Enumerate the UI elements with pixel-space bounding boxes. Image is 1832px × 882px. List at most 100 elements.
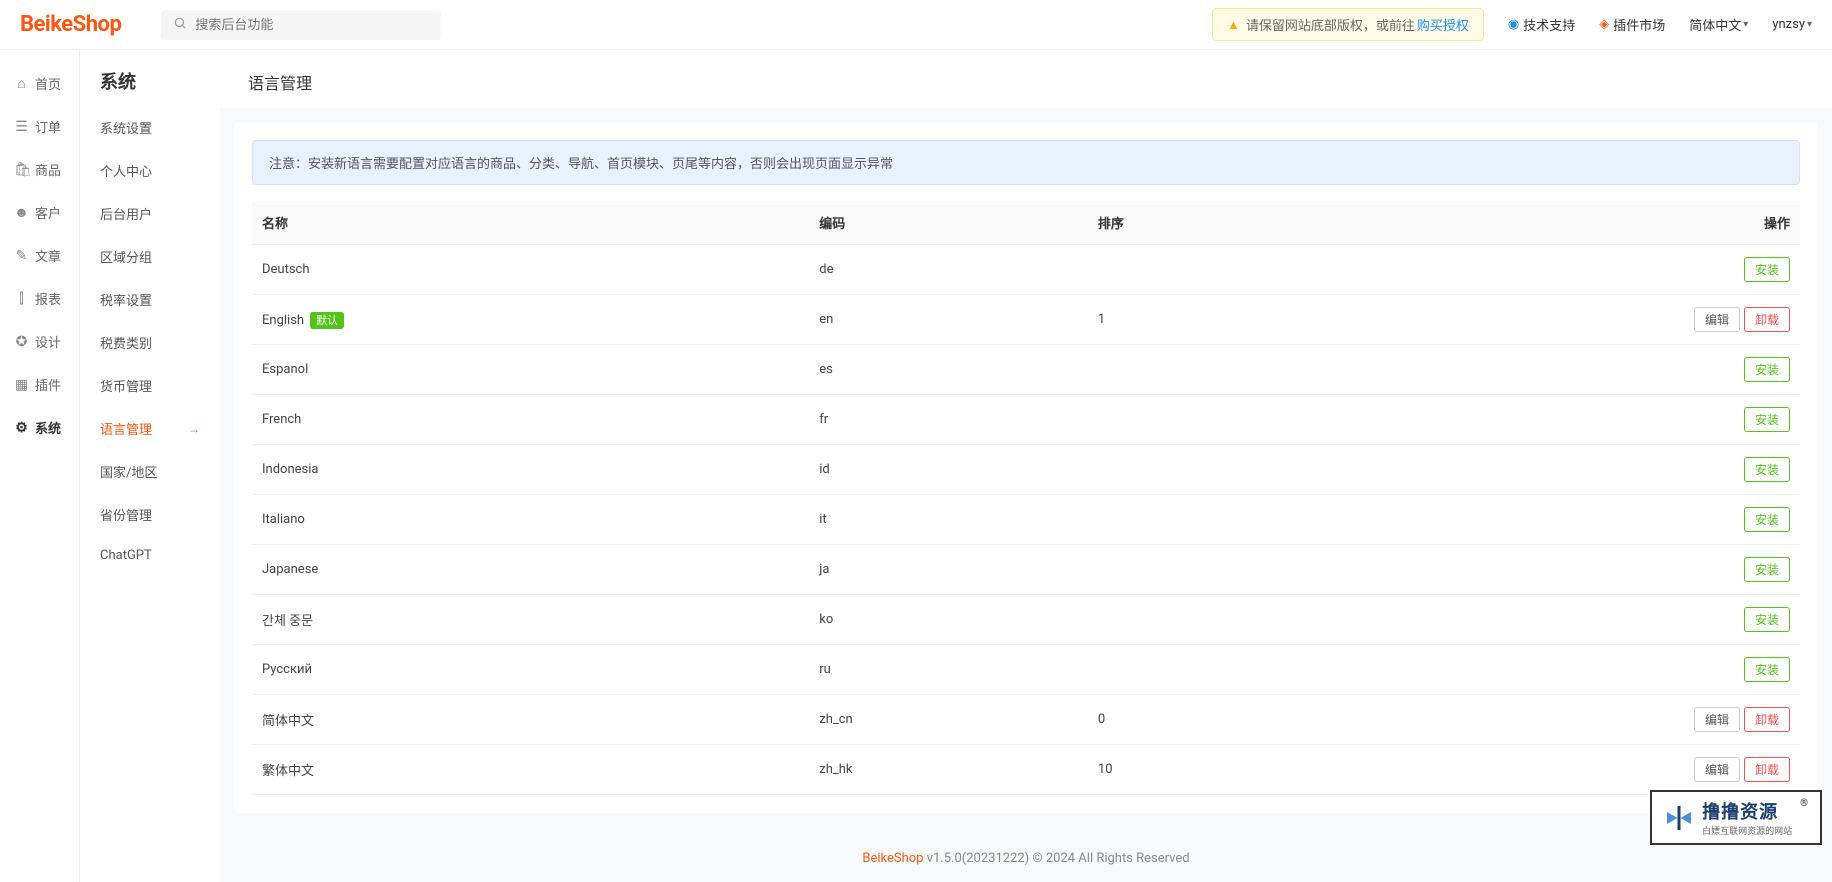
install-button[interactable]: 安装 — [1744, 657, 1790, 682]
secondary-sidebar: 系统 系统设置个人中心后台用户区域分组税率设置税费类别货币管理语言管理→国家/地… — [80, 50, 220, 882]
primary-nav-item[interactable]: ☻ 客户 — [0, 191, 79, 234]
install-button[interactable]: 安装 — [1744, 507, 1790, 532]
cell-code: id — [809, 445, 1088, 495]
primary-nav-item[interactable]: ☰订单 — [0, 105, 79, 148]
cell-actions: 安装 — [1614, 495, 1800, 545]
secondary-sidebar-title: 系统 — [80, 68, 220, 106]
secondary-nav-item[interactable]: 税率设置 — [80, 278, 220, 321]
diamond-icon: ◈ — [1599, 17, 1609, 32]
secondary-nav-label: 货币管理 — [100, 376, 152, 395]
secondary-nav-item[interactable]: 个人中心 — [80, 149, 220, 192]
user-menu[interactable]: ynzsy ▾ — [1772, 17, 1812, 32]
secondary-nav-label: 省份管理 — [100, 505, 152, 524]
cell-sort — [1088, 645, 1614, 695]
install-button[interactable]: 安装 — [1744, 607, 1790, 632]
primary-nav-item[interactable]: ⚙ 系统 — [0, 406, 79, 449]
edit-button[interactable]: 编辑 — [1694, 757, 1740, 782]
cell-actions: 编辑卸载 — [1614, 745, 1800, 795]
secondary-nav-item[interactable]: 国家/地区 — [80, 450, 220, 493]
col-sort: 排序 — [1088, 201, 1614, 245]
secondary-nav-item[interactable]: 语言管理→ — [80, 407, 220, 450]
secondary-nav-item[interactable]: 区域分组 — [80, 235, 220, 278]
uninstall-button[interactable]: 卸载 — [1744, 757, 1790, 782]
nav-icon: ⚙ — [14, 420, 29, 436]
cell-code: ja — [809, 545, 1088, 595]
col-action: 操作 — [1614, 201, 1800, 245]
nav-icon: ✪ — [14, 334, 29, 350]
info-alert: 注意：安装新语言需要配置对应语言的商品、分类、导航、首页模块、页尾等内容，否则会… — [252, 140, 1800, 185]
cell-actions: 安装 — [1614, 445, 1800, 495]
cell-sort — [1088, 395, 1614, 445]
secondary-nav-item[interactable]: ChatGPT — [80, 536, 220, 575]
cell-name: French — [252, 395, 809, 445]
cell-actions: 编辑卸载 — [1614, 295, 1800, 345]
logo[interactable]: BeikeShop — [20, 12, 121, 37]
registered-icon: ® — [1800, 798, 1808, 809]
secondary-nav-item[interactable]: 后台用户 — [80, 192, 220, 235]
cell-sort — [1088, 245, 1614, 295]
alert-text: 注意：安装新语言需要配置对应语言的商品、分类、导航、首页模块、页尾等内容，否则会… — [269, 157, 893, 172]
nav-label: 设计 — [35, 332, 61, 351]
edit-button[interactable]: 编辑 — [1694, 307, 1740, 332]
edit-button[interactable]: 编辑 — [1694, 707, 1740, 732]
page-title: 语言管理 — [220, 50, 1832, 108]
secondary-nav-item[interactable]: 省份管理 — [80, 493, 220, 536]
header-right: ▲ 请保留网站底部版权，或前往 购买授权 ◉ 技术支持 ◈ 插件市场 简体中文 … — [1212, 8, 1812, 41]
install-button[interactable]: 安装 — [1744, 557, 1790, 582]
cell-sort — [1088, 595, 1614, 645]
footer-text: v1.5.0(20231222) © 2024 All Rights Reser… — [923, 851, 1189, 866]
secondary-nav-label: 税费类别 — [100, 333, 152, 352]
primary-nav-item[interactable]: ✪ 设计 — [0, 320, 79, 363]
install-button[interactable]: 安装 — [1744, 357, 1790, 382]
install-button[interactable]: 安装 — [1744, 457, 1790, 482]
cell-code: zh_cn — [809, 695, 1088, 745]
table-row: 简体中文 zh_cn 0 编辑卸载 — [252, 695, 1800, 745]
cell-name: Japanese — [252, 545, 809, 595]
chevron-down-icon: ▾ — [1807, 19, 1812, 30]
language-table: 名称 编码 排序 操作 Deutsch de 安装 English默认 en 1… — [252, 201, 1800, 795]
primary-nav-item[interactable]: ▦插件 — [0, 363, 79, 406]
nav-icon: ☻ — [14, 204, 29, 221]
secondary-nav-item[interactable]: 货币管理 — [80, 364, 220, 407]
tech-support-link[interactable]: ◉ 技术支持 — [1508, 15, 1575, 34]
buy-license-link[interactable]: 购买授权 — [1417, 15, 1469, 34]
nav-icon: ⌂ — [14, 75, 29, 92]
search-box[interactable] — [161, 10, 441, 40]
cell-actions: 安装 — [1614, 595, 1800, 645]
primary-nav-item[interactable]: 🛍商品 — [0, 148, 79, 191]
nav-label: 文章 — [35, 246, 61, 265]
primary-sidebar: ⌂首页☰订单🛍商品 ☻ 客户 ✎文章⫿报表 ✪ 设计 ▦插件 ⚙ 系统 — [0, 50, 80, 882]
nav-label: 订单 — [35, 117, 61, 136]
cell-sort: 10 — [1088, 745, 1614, 795]
cell-sort — [1088, 345, 1614, 395]
cell-actions: 安装 — [1614, 395, 1800, 445]
cell-code: ko — [809, 595, 1088, 645]
content-card: 注意：安装新语言需要配置对应语言的商品、分类、导航、首页模块、页尾等内容，否则会… — [234, 122, 1818, 813]
nav-label: 客户 — [35, 203, 61, 222]
install-button[interactable]: 安装 — [1744, 257, 1790, 282]
tech-support-label: 技术支持 — [1523, 15, 1575, 34]
primary-nav-item[interactable]: ✎文章 — [0, 234, 79, 277]
search-input[interactable] — [195, 17, 429, 32]
secondary-nav-label: 后台用户 — [100, 204, 152, 223]
cell-code: es — [809, 345, 1088, 395]
cell-actions: 安装 — [1614, 345, 1800, 395]
plugin-market-link[interactable]: ◈ 插件市场 — [1599, 15, 1665, 34]
uninstall-button[interactable]: 卸载 — [1744, 707, 1790, 732]
secondary-nav-item[interactable]: 税费类别 — [80, 321, 220, 364]
secondary-nav-label: 区域分组 — [100, 247, 152, 266]
uninstall-button[interactable]: 卸载 — [1744, 307, 1790, 332]
cell-name: Русский — [252, 645, 809, 695]
plugin-market-label: 插件市场 — [1613, 15, 1665, 34]
secondary-nav-item[interactable]: 系统设置 — [80, 106, 220, 149]
nav-label: 系统 — [35, 418, 61, 437]
primary-nav-item[interactable]: ⌂首页 — [0, 62, 79, 105]
username-label: ynzsy — [1772, 17, 1805, 32]
language-selector[interactable]: 简体中文 ▾ — [1689, 15, 1748, 34]
secondary-nav-label: 个人中心 — [100, 161, 152, 180]
watermark-logo-icon — [1664, 803, 1694, 833]
install-button[interactable]: 安装 — [1744, 407, 1790, 432]
primary-nav-item[interactable]: ⫿报表 — [0, 277, 79, 320]
cell-name: Indonesia — [252, 445, 809, 495]
default-badge: 默认 — [310, 312, 344, 329]
